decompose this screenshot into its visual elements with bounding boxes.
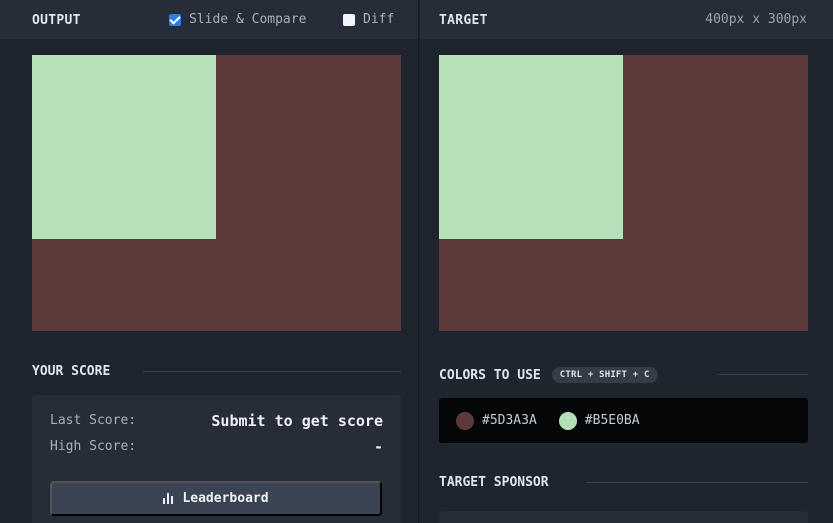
target-title: TARGET [439, 13, 488, 28]
color-swatch[interactable]: #B5E0BA [558, 411, 640, 430]
high-score-label: High Score: [50, 439, 137, 454]
output-title: OUTPUT [32, 13, 81, 28]
bar-chart-icon [163, 493, 175, 504]
checkbox-unchecked-icon[interactable] [343, 13, 355, 26]
sponsor-card [439, 511, 808, 523]
color-hex-2[interactable]: #B5E0BA [585, 413, 640, 428]
colors-heading-text: COLORS TO USE [439, 367, 541, 383]
leaderboard-label: Leaderboard [182, 491, 269, 506]
output-header: OUTPUT Slide & Compare Diff [0, 0, 418, 39]
sponsor-heading-text: TARGET SPONSOR [439, 475, 549, 490]
last-score-label: Last Score: [50, 413, 137, 428]
color-dot-1[interactable] [456, 411, 474, 430]
leaderboard-button[interactable]: Leaderboard [50, 481, 382, 516]
score-heading: YOUR SCORE [32, 364, 110, 379]
color-swatch[interactable]: #5D3A3A [456, 411, 537, 430]
output-canvas[interactable] [32, 55, 401, 331]
checkbox-checked-icon[interactable] [169, 13, 181, 26]
target-square [439, 55, 623, 239]
color-palette: #5D3A3A #B5E0BA [439, 398, 808, 443]
color-hex-1[interactable]: #5D3A3A [482, 413, 537, 428]
output-square [32, 55, 216, 239]
target-header: TARGET 400px x 300px [420, 0, 833, 39]
colors-divider [718, 374, 808, 375]
diff-toggle[interactable]: Diff [343, 12, 394, 27]
target-panel: TARGET 400px x 300px COLORS TO USE CTRL … [420, 0, 833, 523]
colors-heading: COLORS TO USE CTRL + SHIFT + C [439, 367, 658, 383]
high-score-value: - [373, 438, 383, 456]
color-dot-2[interactable] [558, 411, 577, 430]
score-divider [143, 371, 401, 372]
shortcut-badge: CTRL + SHIFT + C [551, 367, 658, 383]
diff-label: Diff [363, 12, 395, 27]
sponsor-divider [587, 482, 808, 483]
target-dimensions: 400px x 300px [705, 12, 807, 27]
score-card: Last Score: Submit to get score High Sco… [32, 395, 401, 523]
last-score-value: Submit to get score [211, 412, 383, 430]
target-canvas [439, 55, 808, 331]
slide-compare-toggle[interactable]: Slide & Compare [169, 12, 306, 27]
slide-compare-label: Slide & Compare [189, 12, 307, 27]
output-panel: OUTPUT Slide & Compare Diff YOUR SCORE L… [0, 0, 419, 523]
sponsor-heading: TARGET SPONSOR [439, 475, 549, 490]
score-heading-text: YOUR SCORE [32, 364, 111, 379]
